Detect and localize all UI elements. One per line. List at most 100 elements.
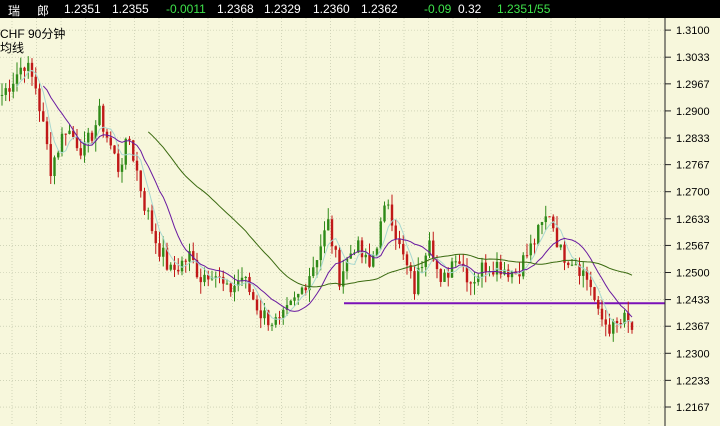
candle-body — [387, 204, 390, 206]
candle-body — [79, 148, 82, 156]
candle-body — [124, 138, 127, 165]
candle-body — [323, 230, 326, 247]
price-tick-label: 1.2500 — [676, 267, 710, 279]
candle-body — [252, 292, 255, 300]
bid-ask-value: 1.2351/55 — [497, 2, 551, 16]
candle-body — [360, 240, 364, 258]
value-4: 1.2362 — [361, 2, 398, 16]
candle-body — [27, 62, 30, 71]
candle-body — [177, 269, 180, 272]
value-3: 1.2360 — [313, 2, 350, 16]
pct-change-value: -0.09 — [424, 2, 452, 16]
candle-body — [608, 324, 611, 334]
quote-header-bar: 瑞 郎 1.2351 1.2355 -0.0011 1.2368 1.2329 … — [0, 0, 720, 18]
prev-value: 1.2355 — [112, 2, 149, 16]
candle-body — [450, 261, 454, 278]
candle-body — [574, 264, 577, 266]
candle-body — [304, 287, 307, 291]
candle-body — [75, 137, 79, 149]
candle-body — [338, 249, 341, 287]
candle-body — [87, 132, 90, 143]
candle-body — [233, 285, 236, 293]
candle-body — [4, 88, 7, 95]
candlestick-chart[interactable]: 1.3100 1.3033 1.2967 1.2900 1.2833 1.2767 1.27… — [0, 18, 720, 426]
candle-body — [225, 283, 229, 285]
candle-body — [60, 133, 64, 153]
candle-body — [53, 157, 56, 177]
candle-body — [248, 276, 251, 293]
candle-body — [484, 262, 487, 272]
candle-body — [109, 137, 112, 146]
candle-body — [240, 277, 244, 281]
candle-body — [447, 272, 450, 278]
open-value: 1.2351 — [64, 2, 101, 16]
candle-body — [42, 111, 45, 122]
candle-body — [334, 246, 337, 250]
candle-body — [8, 88, 11, 92]
price-tick-label: 1.2700 — [676, 187, 710, 199]
candle-body — [567, 262, 570, 266]
candle-body — [612, 320, 615, 334]
candle-body — [319, 246, 322, 261]
symbol-name: 郎 — [37, 4, 50, 18]
candle-body — [368, 254, 371, 267]
candle-body — [615, 320, 619, 324]
candle-body — [544, 216, 547, 223]
candle-body — [64, 133, 67, 135]
candle-body — [30, 62, 34, 77]
candle-body — [402, 244, 405, 255]
candle-body — [45, 121, 49, 145]
candle-body — [68, 130, 71, 134]
candle-body — [439, 269, 442, 282]
candle-body — [203, 274, 206, 283]
candle-body — [90, 132, 94, 141]
candle-body — [315, 260, 319, 268]
candle-body — [465, 266, 469, 283]
candle-body — [255, 299, 259, 311]
candle-body — [420, 267, 424, 269]
candle-body — [600, 308, 604, 320]
candle-body — [173, 264, 176, 270]
candle-body — [540, 222, 544, 226]
candle-body — [158, 243, 161, 257]
candle-body — [38, 88, 41, 112]
candle-body — [12, 83, 15, 92]
candle-body — [120, 164, 124, 172]
value-5: 0.32 — [458, 2, 482, 16]
candle-body — [23, 67, 26, 71]
indicator-label: 均线 — [0, 41, 24, 55]
price-tick-label: 1.2967 — [676, 79, 710, 91]
price-tick-label: 1.2833 — [676, 133, 710, 145]
candle-body — [525, 255, 529, 257]
candle-body — [458, 261, 461, 264]
candle-body — [630, 321, 634, 330]
candle-body — [570, 264, 574, 266]
candle-body — [147, 210, 150, 212]
candle-body — [582, 270, 585, 276]
candle-body — [555, 228, 559, 248]
candle-body — [150, 210, 154, 232]
candle-body — [184, 260, 187, 262]
candle-body — [518, 274, 521, 277]
candle-body — [270, 324, 274, 326]
price-tick-label: 1.2767 — [676, 160, 710, 172]
candle-body — [282, 309, 285, 318]
candle-body — [454, 261, 457, 263]
candle-body — [394, 225, 397, 240]
candle-body — [413, 271, 416, 295]
candle-body — [259, 310, 262, 319]
candle-body — [162, 247, 165, 257]
candle-body — [49, 144, 52, 177]
candle-body — [405, 254, 409, 266]
candle-body — [537, 225, 540, 245]
candle-body — [128, 138, 131, 141]
candle-body — [593, 287, 596, 300]
plot-background — [0, 18, 720, 426]
candle-body — [98, 105, 101, 126]
candle-body — [169, 264, 172, 270]
candle-body — [597, 299, 600, 309]
candle-body — [34, 76, 37, 89]
candle-body — [139, 170, 142, 192]
candle-body — [312, 267, 315, 277]
price-tick-label: 1.2367 — [676, 321, 710, 333]
